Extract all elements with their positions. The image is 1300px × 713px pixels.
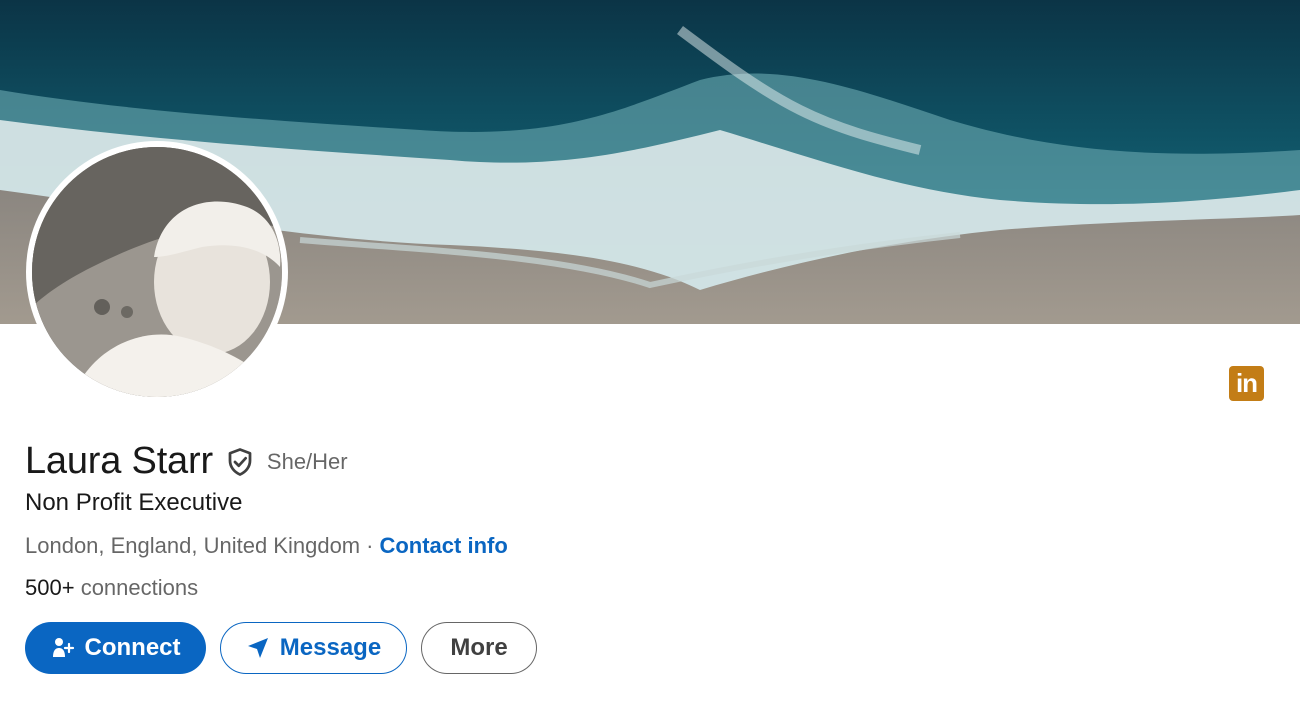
profile-headline: Non Profit Executive [25, 489, 243, 516]
separator: · [366, 533, 374, 558]
contact-info-link[interactable]: Contact info [379, 533, 507, 558]
verified-shield-icon[interactable] [225, 447, 255, 477]
connect-button[interactable]: Connect [25, 622, 206, 674]
message-button[interactable]: Message [220, 622, 407, 674]
send-paper-plane-icon [246, 636, 270, 660]
message-label: Message [279, 634, 382, 661]
name-row: Laura Starr She/Her [25, 440, 348, 483]
linkedin-icon[interactable]: in [1229, 366, 1264, 401]
profile-name: Laura Starr [25, 440, 213, 482]
profile-photo-image [32, 147, 282, 397]
pronouns: She/Her [266, 448, 348, 474]
profile-photo[interactable] [26, 141, 288, 403]
more-button[interactable]: More [421, 622, 537, 674]
connections-label: connections [80, 575, 199, 600]
location: London, England, United Kingdom [25, 533, 361, 558]
profile-actions: Connect Message More [25, 622, 537, 674]
connect-label: Connect [84, 634, 181, 661]
connections-number: 500+ [25, 575, 75, 600]
add-person-icon [51, 636, 75, 660]
connections-count[interactable]: 500+ connections [25, 575, 198, 601]
more-label: More [450, 634, 508, 661]
linkedin-badge-text: in [1235, 368, 1258, 398]
location-row: London, England, United Kingdom · Contact … [25, 533, 508, 559]
